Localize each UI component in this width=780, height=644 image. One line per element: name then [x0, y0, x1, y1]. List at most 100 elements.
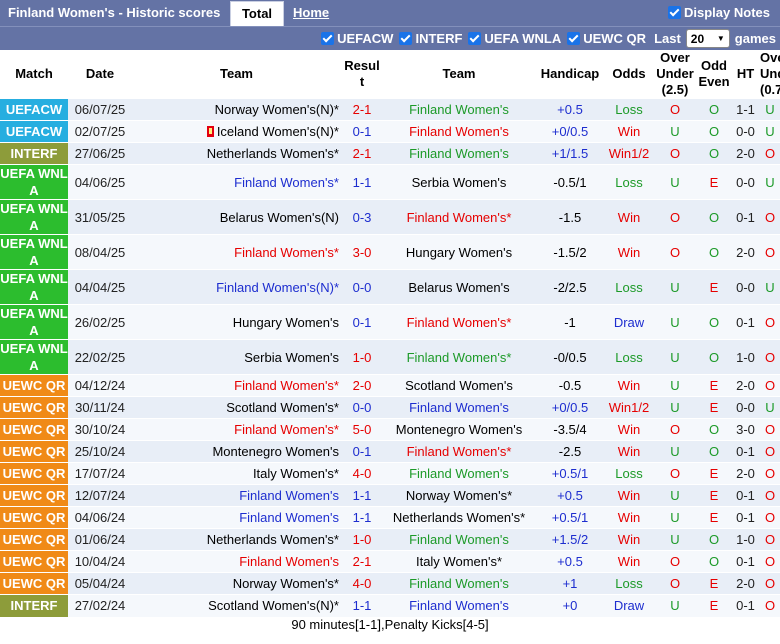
score-cell-text: 0-1: [352, 124, 372, 139]
checkbox-checked-icon[interactable]: [399, 32, 413, 45]
competition-cell-text: UEWC QR: [2, 532, 66, 547]
competition-cell: UEFA WNL A: [0, 304, 68, 340]
tab-home[interactable]: Home: [293, 1, 329, 26]
table-row[interactable]: INTERF 27/06/25 Netherlands Women's* 2-1 Fin…: [0, 142, 780, 165]
over-under-cell: O: [653, 462, 697, 485]
table-row[interactable]: INTERF 27/02/24 Scotland Women's(N)* 1-1 Fin…: [0, 594, 780, 617]
score-cell-text: 0-3: [352, 209, 372, 225]
over-under-075-cell-text: O: [764, 378, 776, 393]
odds-cell-text: Win: [617, 209, 641, 225]
over-under-075-cell: U: [760, 120, 780, 143]
table-row[interactable]: UEWC QR 04/06/24 Finland Women's 1-1 Netherl…: [0, 506, 780, 529]
over-under-075-cell-text: O: [764, 488, 776, 503]
home-team-cell-text: Finland Women's*: [234, 422, 339, 437]
away-team-cell: Finland Women's*: [383, 339, 535, 375]
odd-even-cell: E: [697, 374, 731, 397]
table-row[interactable]: UEWC QR 25/10/24 Montenegro Women's 0-1 Finl…: [0, 440, 780, 463]
score-cell: 2-0: [341, 374, 383, 397]
odd-even-cell-text: E: [709, 488, 719, 503]
handicap-cell: -0.5/1: [535, 164, 605, 200]
competition-cell-text: UEWC QR: [2, 510, 66, 525]
handicap-cell: -2/2.5: [535, 269, 605, 305]
table-row[interactable]: UEWC QR 05/04/24 Norway Women's* 4-0 Finland…: [0, 572, 780, 595]
away-team-cell: Finland Women's*: [383, 304, 535, 340]
table-row[interactable]: UEFA WNL A 22/02/25 Serbia Women's 1-0 Finla…: [0, 339, 780, 375]
home-team-cell: Finland Women's*: [132, 234, 341, 270]
tab-total[interactable]: Total: [230, 1, 284, 26]
over-under-cell-text: U: [670, 174, 680, 190]
over-under-075-cell: O: [760, 484, 780, 507]
away-team-cell-text: Finland Women's: [409, 102, 509, 117]
col-handicap: Handicap: [535, 50, 605, 99]
score-cell-text: 1-1: [352, 510, 372, 525]
checkbox-checked-icon[interactable]: [468, 32, 482, 45]
over-under-075-cell: O: [760, 528, 780, 551]
table-row[interactable]: UEWC QR 30/11/24 Scotland Women's* 0-0 Finla…: [0, 396, 780, 419]
last-label: Last: [654, 31, 681, 46]
competition-cell: UEWC QR: [0, 418, 68, 441]
ht-cell: 1-0: [731, 339, 760, 375]
col-team: Team: [132, 50, 341, 99]
over-under-075-cell-text: U: [765, 174, 775, 190]
ht-cell: 2-0: [731, 374, 760, 397]
filter-label: UEFACW: [337, 31, 394, 46]
score-cell-text: 4-0: [352, 466, 372, 481]
table-row[interactable]: UEWC QR 01/06/24 Netherlands Women's* 1-0 Fi…: [0, 528, 780, 551]
over-under-075-cell-text: O: [764, 598, 776, 614]
odd-even-cell: O: [697, 418, 731, 441]
score-cell: 1-1: [341, 594, 383, 617]
over-under-075-cell: O: [760, 572, 780, 595]
table-row[interactable]: UEFA WNL A 04/06/25 Finland Women's* 1-1 Ser…: [0, 164, 780, 200]
checkbox-checked-icon[interactable]: [567, 32, 581, 45]
score-cell-text: 0-1: [352, 444, 372, 459]
display-notes-toggle[interactable]: Display Notes: [668, 5, 770, 20]
competition-cell-text: UEWC QR: [2, 554, 66, 569]
table-row[interactable]: UEFA WNL A 26/02/25 Hungary Women's 0-1 Finl…: [0, 304, 780, 340]
ht-cell-text: 2-0: [736, 466, 755, 481]
last-games-select[interactable]: 20 ▼: [685, 29, 730, 48]
score-cell: 0-0: [341, 396, 383, 419]
filter-uefa-wnla[interactable]: UEFA WNLA: [468, 31, 561, 46]
table-body: UEFACW 06/07/25 Norway Women's(N)* 2-1 Finla…: [0, 98, 780, 617]
handicap-cell: -0.5: [535, 374, 605, 397]
odd-even-cell-text: O: [708, 244, 720, 260]
odds-cell-text: Draw: [613, 314, 645, 330]
odds-cell: Draw: [605, 594, 653, 617]
checkbox-checked-icon[interactable]: [321, 32, 335, 45]
filter-interf[interactable]: INTERF: [399, 31, 462, 46]
over-under-075-cell-text: U: [765, 279, 775, 295]
table-row[interactable]: UEWC QR 10/04/24 Finland Women's 2-1 Italy W…: [0, 550, 780, 573]
over-under-075-cell-text: U: [765, 102, 775, 117]
filter-uewc-qr[interactable]: UEWC QR: [567, 31, 646, 46]
odd-even-cell-text: O: [708, 314, 720, 330]
table-row[interactable]: UEWC QR 12/07/24 Finland Women's 1-1 Norway …: [0, 484, 780, 507]
handicap-cell: +0: [535, 594, 605, 617]
away-team-cell: Netherlands Women's*: [383, 506, 535, 529]
date-cell-text: 31/05/25: [74, 209, 126, 225]
ht-cell: 2-0: [731, 142, 760, 165]
table-row[interactable]: UEFA WNL A 08/04/25 Finland Women's* 3-0 Hun…: [0, 234, 780, 270]
table-row[interactable]: UEWC QR 17/07/24 Italy Women's* 4-0 Finland …: [0, 462, 780, 485]
score-cell: 4-0: [341, 572, 383, 595]
filter-uefacw[interactable]: UEFACW: [321, 31, 393, 46]
ht-cell-text: 0-0: [736, 400, 755, 415]
competition-cell-text: UEWC QR: [2, 378, 66, 393]
over-under-075-cell-text: O: [764, 554, 776, 569]
away-team-cell: Finland Women's*: [383, 199, 535, 235]
date-cell-text: 25/10/24: [74, 444, 126, 459]
table-row[interactable]: UEFACW 02/07/25 Iceland Women's(N)* 0-1 Finl…: [0, 120, 780, 143]
home-team-cell: Scotland Women's(N)*: [132, 594, 341, 617]
odd-even-cell: E: [697, 269, 731, 305]
table-row[interactable]: UEFACW 06/07/25 Norway Women's(N)* 2-1 Finla…: [0, 98, 780, 121]
table-row[interactable]: UEWC QR 04/12/24 Finland Women's* 2-0 Scotla…: [0, 374, 780, 397]
handicap-cell-text: +0.5/1: [551, 466, 589, 481]
table-row[interactable]: UEFA WNL A 31/05/25 Belarus Women's(N) 0-3 F…: [0, 199, 780, 235]
table-row[interactable]: UEFA WNL A 04/04/25 Finland Women's(N)* 0-0…: [0, 269, 780, 305]
score-cell: 0-1: [341, 440, 383, 463]
date-cell: 01/06/24: [68, 528, 132, 551]
home-team-cell: Scotland Women's*: [132, 396, 341, 419]
date-cell-text: 04/04/25: [74, 279, 126, 295]
checkbox-checked-icon[interactable]: [668, 6, 682, 19]
table-row[interactable]: UEWC QR 30/10/24 Finland Women's* 5-0 Monten…: [0, 418, 780, 441]
over-under-cell: O: [653, 418, 697, 441]
